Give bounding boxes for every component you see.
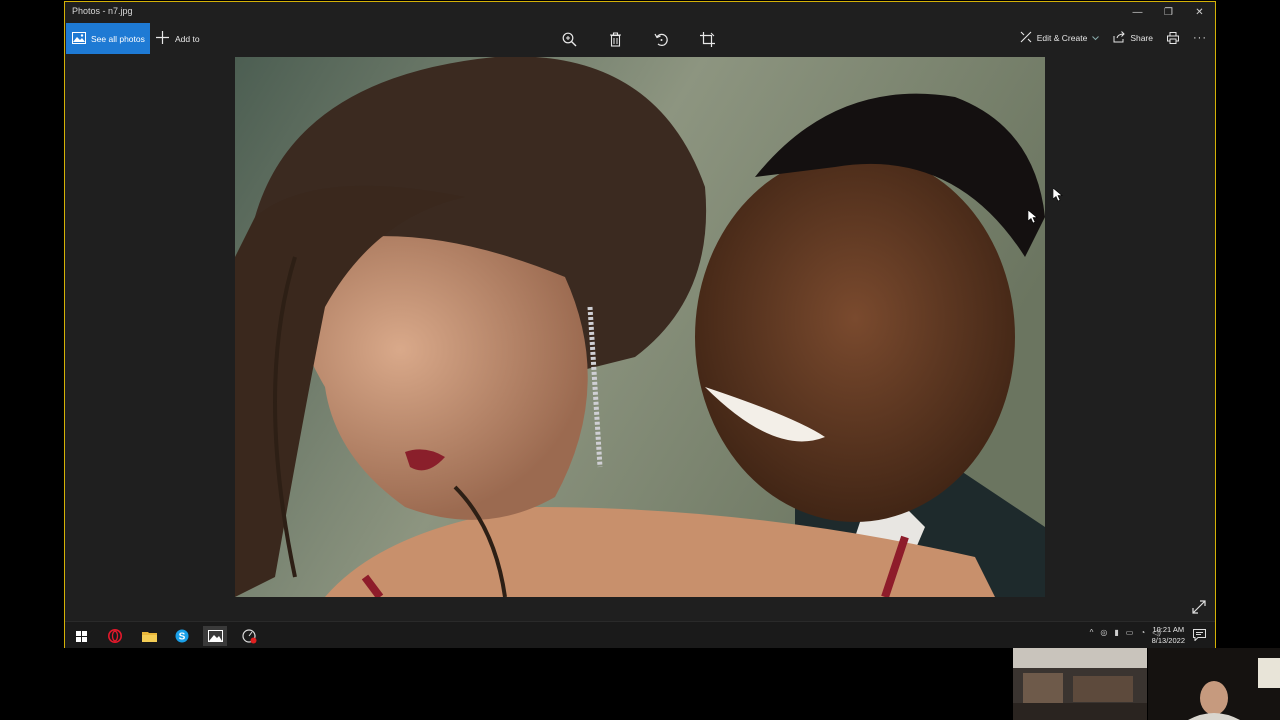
meet-now-icon[interactable]: ◎ bbox=[1100, 628, 1107, 637]
skype-icon[interactable]: S bbox=[170, 626, 194, 646]
trash-icon[interactable] bbox=[605, 29, 625, 49]
taskbar: S ^ ◎ ▮ ▭ ◔ ◁) 10:21 AM 8/13/2022 bbox=[65, 621, 1215, 648]
webcam-overlay-room bbox=[1013, 648, 1147, 720]
title-bar[interactable]: Photos - n7.jpg — ❐ ✕ bbox=[65, 2, 1215, 22]
see-all-photos-label: See all photos bbox=[91, 33, 145, 44]
edit-create-label: Edit & Create bbox=[1036, 33, 1088, 43]
edit-icon bbox=[1020, 31, 1032, 45]
taskbar-clock[interactable]: 10:21 AM 8/13/2022 bbox=[1152, 624, 1185, 646]
center-tools bbox=[559, 29, 717, 49]
share-button[interactable]: Share bbox=[1113, 31, 1153, 45]
mouse-cursor-secondary bbox=[1027, 209, 1038, 224]
network-icon[interactable]: ◔ bbox=[1140, 628, 1145, 637]
share-icon bbox=[1113, 31, 1126, 45]
webcam-overlay-presenter bbox=[1148, 648, 1280, 720]
svg-text:S: S bbox=[179, 632, 186, 643]
window-title: Photos - n7.jpg bbox=[72, 6, 133, 16]
photos-app-icon[interactable] bbox=[203, 626, 227, 646]
rotate-icon[interactable] bbox=[651, 29, 671, 49]
windows-start-icon[interactable] bbox=[69, 626, 93, 646]
action-center-icon[interactable] bbox=[1193, 628, 1207, 642]
see-all-photos-button[interactable]: See all photos bbox=[66, 23, 150, 54]
file-explorer-icon[interactable] bbox=[137, 626, 161, 646]
zoom-icon[interactable] bbox=[559, 29, 579, 49]
opera-browser-icon[interactable] bbox=[103, 626, 127, 646]
add-to-button[interactable]: Add to bbox=[156, 31, 200, 46]
mouse-cursor bbox=[1052, 187, 1063, 202]
add-to-label: Add to bbox=[175, 33, 200, 44]
plus-icon bbox=[156, 31, 169, 46]
tray-chevron-icon[interactable]: ^ bbox=[1090, 628, 1094, 637]
microphone-icon[interactable]: ▮ bbox=[1114, 628, 1118, 637]
share-label: Share bbox=[1130, 33, 1153, 43]
screen-recorder-icon[interactable] bbox=[237, 626, 261, 646]
chevron-down-icon bbox=[1092, 33, 1100, 43]
photo-viewer-image[interactable] bbox=[235, 57, 1045, 597]
toolbar: See all photos Add to Edit & Create Shar… bbox=[65, 22, 1215, 55]
close-button[interactable]: ✕ bbox=[1184, 2, 1215, 22]
photos-icon bbox=[72, 31, 86, 46]
edit-create-button[interactable]: Edit & Create bbox=[1020, 31, 1100, 45]
crop-icon[interactable] bbox=[697, 29, 717, 49]
right-tools: Edit & Create Share ··· bbox=[1020, 31, 1207, 45]
window-controls: — ❐ ✕ bbox=[1122, 2, 1215, 22]
system-tray: ^ ◎ ▮ ▭ ◔ ◁) bbox=[1090, 628, 1161, 637]
screen: Photos - n7.jpg — ❐ ✕ See all photos Add… bbox=[0, 0, 1280, 720]
clock-time: 10:21 AM bbox=[1152, 625, 1185, 634]
more-options-button[interactable]: ··· bbox=[1193, 32, 1207, 44]
restore-button[interactable]: ❐ bbox=[1153, 2, 1184, 22]
photo-content bbox=[235, 57, 1045, 597]
battery-icon[interactable]: ▭ bbox=[1126, 628, 1134, 637]
expand-icon[interactable] bbox=[1191, 599, 1207, 615]
minimize-button[interactable]: — bbox=[1122, 2, 1153, 22]
photos-window: Photos - n7.jpg — ❐ ✕ See all photos Add… bbox=[64, 1, 1216, 648]
clock-date: 8/13/2022 bbox=[1151, 636, 1185, 645]
print-icon[interactable] bbox=[1167, 32, 1179, 44]
